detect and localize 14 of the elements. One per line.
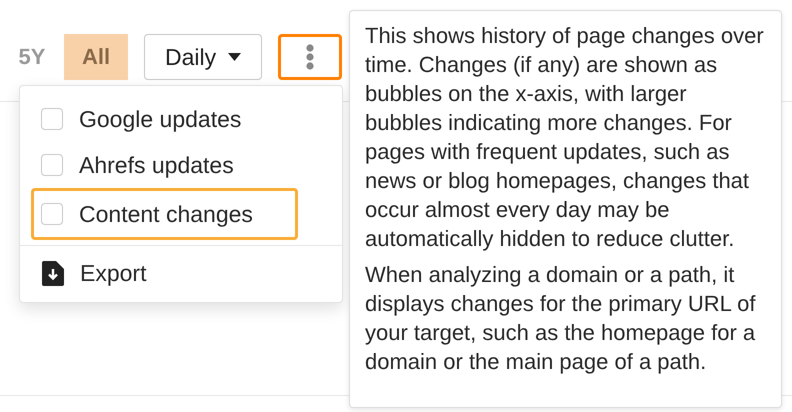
menu-item[interactable]: Ahrefs updates (31, 142, 298, 188)
caret-icon (228, 53, 242, 61)
tooltip-paragraph: When analyzing a domain or a path, it displays changes for the primary URL of your target, such as the homepage for a domain or the main page of a path. (365, 261, 756, 376)
download-file-icon (42, 260, 64, 286)
menu-item[interactable]: Export (31, 250, 298, 296)
checkbox[interactable] (41, 108, 63, 130)
checkbox[interactable] (41, 154, 63, 176)
more-button[interactable] (278, 34, 342, 80)
kebab-icon (306, 44, 314, 70)
checkbox[interactable] (41, 203, 63, 225)
tooltip-paragraph: This shows history of page changes over time. Changes (if any) are shown as bubbles on the x-axis, with larger bubbles indicating more changes. For pages with frequent updates, such as news or blog homepages, changes that occur almost every day may be automatically hidden to reduce clutter. (365, 22, 765, 253)
menu-item[interactable]: Content changes (31, 188, 298, 240)
menu-item[interactable]: Google updates (31, 96, 298, 142)
interval-dropdown[interactable]: Daily (144, 34, 262, 80)
